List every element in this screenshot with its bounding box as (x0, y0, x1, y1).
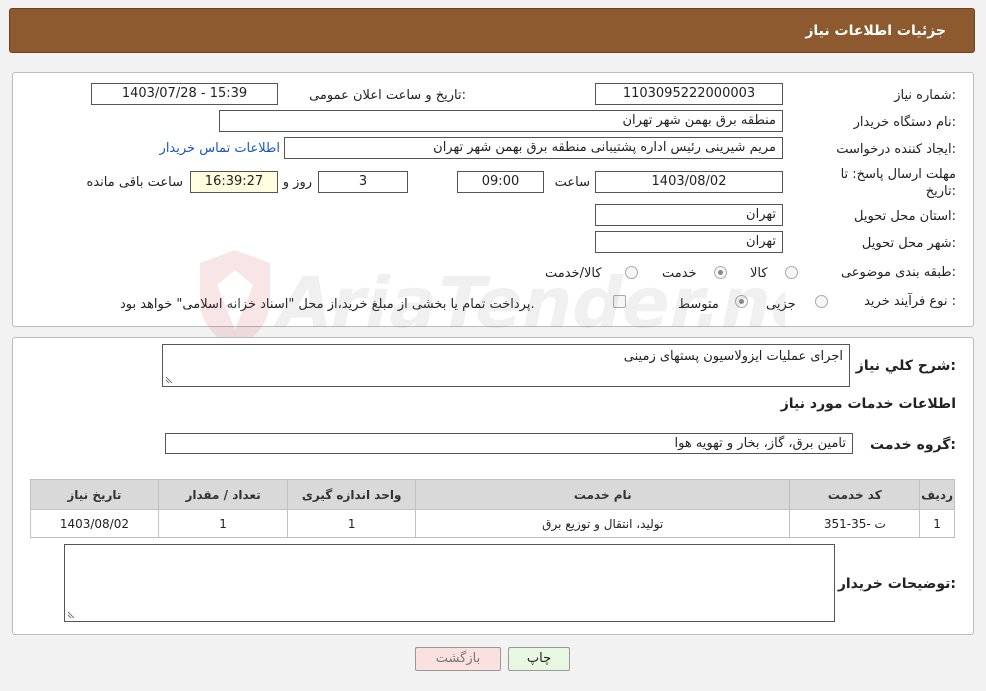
need-number-label: شماره نیاز: (894, 88, 956, 103)
buyer-org-label: نام دستگاه خریدار: (853, 115, 956, 130)
requester-label: ایجاد کننده درخواست: (836, 142, 956, 157)
need-number-field: 1103095222000003 (595, 83, 783, 105)
cell-unit: 1 (287, 509, 416, 538)
deadline-time-field: 09:00 (457, 171, 544, 193)
process-label: نوع فرآیند خرید : (864, 294, 956, 309)
back-button[interactable]: بازگشت (415, 647, 501, 671)
cell-need-date: 1403/08/02 (30, 509, 159, 538)
service-group-label: گروه خدمت: (870, 437, 956, 453)
deadline-label: مهلت ارسال پاسخ: تا (840, 167, 956, 182)
col-service-name: نام خدمت (414, 479, 791, 510)
buyer-contact-link[interactable]: اطلاعات تماس خریدار (160, 141, 280, 156)
city-label: شهر محل تحویل: (861, 236, 956, 251)
deadline-date-field: 1403/08/02 (595, 171, 783, 193)
buyer-org-field: منطقه برق بهمن شهر تهران (219, 110, 783, 132)
province-field: تهران (595, 204, 783, 226)
col-quantity: تعداد / مقدار (157, 479, 289, 510)
category-label: طبقه بندی موضوعی: (840, 265, 956, 280)
cell-quantity: 1 (157, 509, 289, 538)
deadline-label-date: تاریخ: (925, 184, 956, 199)
resize-handle-icon[interactable] (165, 374, 175, 384)
page-header: جزئیات اطلاعات نیاز (9, 8, 975, 53)
summary-label: شرح کلي نياز: (855, 358, 956, 374)
days-field: 3 (318, 171, 408, 193)
province-label: استان محل تحویل: (854, 209, 956, 224)
announce-date-label: تاریخ و ساعت اعلان عمومی: (309, 88, 466, 103)
col-unit: واحد اندازه گیری (287, 479, 416, 510)
table-row: 1 ت -35-351 تولید، انتقال و توزیع برق 1 … (30, 509, 955, 538)
process-minor-radio[interactable] (815, 295, 828, 308)
category-goods-radio[interactable] (785, 266, 798, 279)
buyer-notes-textarea (64, 544, 835, 622)
table-header-row: ردیف کد خدمت نام خدمت واحد اندازه گیری ت… (30, 479, 955, 510)
remaining-time-field: 16:39:27 (190, 171, 278, 193)
watermark-text: AriaTender.net (269, 262, 785, 344)
page-title: جزئیات اطلاعات نیاز (805, 23, 946, 39)
services-table: ردیف کد خدمت نام خدمت واحد اندازه گیری ت… (30, 479, 955, 538)
cell-service-name: تولید، انتقال و توزیع برق (414, 509, 791, 538)
cell-service-code: ت -35-351 (789, 509, 921, 538)
days-label: روز و (282, 175, 312, 190)
remaining-label: ساعت باقی مانده (86, 175, 183, 190)
print-button[interactable]: چاپ (508, 647, 570, 671)
services-section-title: اطلاعات خدمات مورد نیاز (780, 396, 956, 412)
buyer-notes-label: توضیحات خریدار: (837, 576, 956, 592)
col-row-number: ردیف (919, 479, 955, 510)
resize-handle-icon[interactable] (67, 609, 77, 619)
cell-row-number: 1 (919, 509, 955, 538)
summary-textarea: اجرای عملیات ایزولاسیون پستهای زمینی (162, 344, 850, 387)
service-group-field: تامین برق، گاز، بخار و تهویه هوا (165, 433, 853, 454)
announce-date-field: 1403/07/28 - 15:39 (91, 83, 278, 105)
summary-text: اجرای عملیات ایزولاسیون پستهای زمینی (623, 349, 843, 364)
requester-field: مریم شیرینی رئیس اداره پشتیبانی منطقه بر… (284, 137, 783, 159)
col-need-date: تاریخ نیاز (30, 479, 159, 510)
col-service-code: کد خدمت (789, 479, 921, 510)
deadline-time-label: ساعت (554, 175, 590, 190)
